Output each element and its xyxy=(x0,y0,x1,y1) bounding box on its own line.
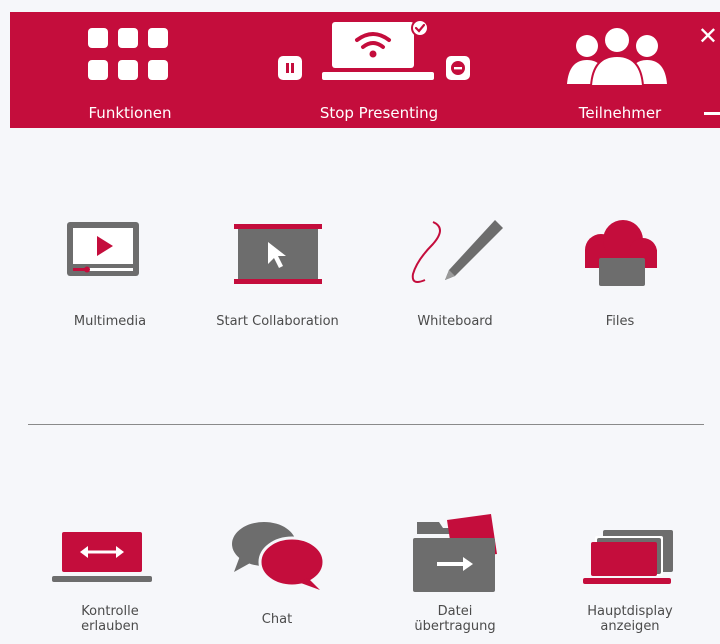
allow-control-icon xyxy=(52,532,152,582)
chat-label: Chat xyxy=(261,612,293,627)
collaboration-icon xyxy=(234,224,322,284)
allow-control-tile[interactable]: Kontrolle erlauben xyxy=(40,520,180,644)
participants-label: Teilnehmer xyxy=(578,104,662,122)
whiteboard-label: Whiteboard xyxy=(417,314,493,329)
multimedia-label: Multimedia xyxy=(73,314,147,329)
stop-presenting-button[interactable]: Stop Presenting xyxy=(298,12,460,128)
section-divider xyxy=(28,424,704,425)
main-display-icon xyxy=(583,530,673,584)
show-main-display-tile[interactable]: Hauptdisplay anzeigen xyxy=(565,520,695,644)
close-icon[interactable]: ✕ xyxy=(698,24,718,48)
start-collaboration-tile[interactable]: Start Collaboration xyxy=(200,210,355,340)
participants-button[interactable]: Teilnehmer xyxy=(555,12,685,128)
file-transfer-folder-icon xyxy=(413,514,497,592)
file-transfer-tile[interactable]: Datei übertragung xyxy=(385,510,525,644)
start-collaboration-label: Start Collaboration xyxy=(216,314,339,329)
whiteboard-pen-icon xyxy=(411,220,503,283)
minus-circle-icon xyxy=(451,61,465,75)
multimedia-icon xyxy=(67,222,139,276)
allow-control-label-line1: Kontrolle xyxy=(81,604,139,619)
show-main-display-label-line2: anzeigen xyxy=(600,619,660,634)
remove-button[interactable] xyxy=(446,56,470,80)
chat-bubbles-icon xyxy=(232,522,326,590)
participants-icon xyxy=(567,26,667,87)
wireless-display-icon xyxy=(322,20,434,80)
grid-icon xyxy=(88,28,168,80)
top-toolbar: Funktionen Stop Presenting Teilnehmer ✕ xyxy=(10,12,720,128)
minimize-icon[interactable] xyxy=(704,112,720,115)
file-transfer-label-line1: Datei xyxy=(437,604,473,619)
allow-control-label-line2: erlauben xyxy=(81,619,139,634)
stop-presenting-label: Stop Presenting xyxy=(319,104,439,122)
whiteboard-tile[interactable]: Whiteboard xyxy=(385,210,525,340)
files-tile[interactable]: Files xyxy=(565,210,675,340)
chat-tile[interactable]: Chat xyxy=(212,520,342,644)
functions-label: Funktionen xyxy=(88,104,172,122)
file-transfer-label-line2: übertragung xyxy=(414,619,496,634)
show-main-display-label-line1: Hauptdisplay xyxy=(587,604,673,619)
multimedia-tile[interactable]: Multimedia xyxy=(40,210,180,340)
functions-button[interactable]: Funktionen xyxy=(60,12,200,128)
cloud-files-icon xyxy=(585,220,657,286)
files-label: Files xyxy=(605,314,635,329)
